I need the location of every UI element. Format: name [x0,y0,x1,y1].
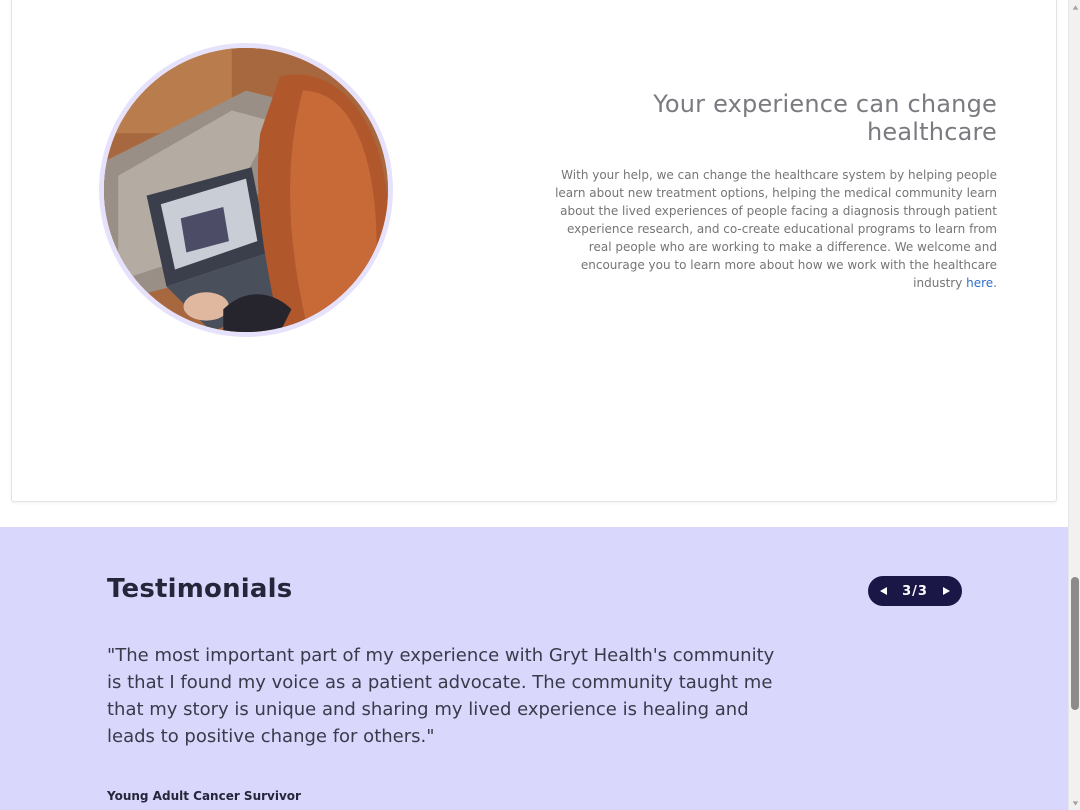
testimonial-attribution: Young Adult Cancer Survivor [107,789,301,803]
testimonial-quote: "The most important part of my experienc… [107,645,775,747]
prev-testimonial-button[interactable] [876,583,892,599]
healthcare-card: Your experience can change healthcare Wi… [11,0,1057,502]
hero-body-end: . [993,276,997,290]
testimonials-title: Testimonials [107,574,293,604]
triangle-left-icon [880,587,887,595]
hero-photo [104,48,388,332]
photo-ring [99,43,393,337]
scroll-down-icon [1072,800,1078,806]
testimonial-pager: 3/3 [868,576,962,606]
next-testimonial-button[interactable] [938,583,954,599]
hero-body: With your help, we can change the health… [542,166,997,292]
learn-more-link[interactable]: here [966,276,993,290]
testimonials-section: Testimonials 3/3 "The most important par… [0,527,1068,810]
hero-headline: Your experience can change healthcare [653,90,997,146]
pager-count: 3/3 [902,583,928,599]
scroll-thumb[interactable] [1071,577,1079,710]
vertical-scrollbar[interactable] [1068,0,1080,810]
page-viewport: Your experience can change healthcare Wi… [0,0,1068,810]
scroll-up-icon [1072,4,1078,10]
hero-body-text: With your help, we can change the health… [555,168,997,290]
scroll-up-button[interactable] [1069,1,1080,13]
triangle-right-icon [943,587,950,595]
scroll-down-button[interactable] [1069,797,1080,809]
hero-text: Your experience can change healthcare Wi… [542,90,997,292]
